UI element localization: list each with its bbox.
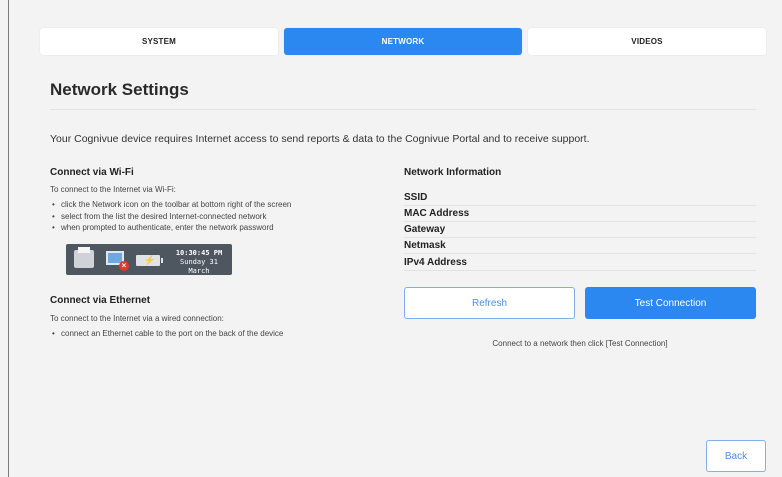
wifi-heading: Connect via Wi-Fi — [50, 167, 134, 178]
printer-icon — [74, 247, 94, 268]
wifi-steps: click the Network icon on the toolbar at… — [50, 199, 291, 234]
test-connection-button[interactable]: Test Connection — [585, 287, 756, 319]
taskbar-date: Sunday 31 March — [180, 258, 218, 275]
refresh-button[interactable]: Refresh — [404, 287, 575, 319]
network-icon: × — [104, 248, 129, 271]
list-item: connect an Ethernet cable to the port on… — [50, 328, 283, 340]
page-title: Network Settings — [50, 80, 189, 99]
taskbar-time: 10:30:45 PM — [175, 249, 223, 257]
taskbar-example-image: × ⚡ 10:30:45 PM Sunday 31 March — [66, 244, 232, 275]
taskbar-clock: 10:30:45 PM Sunday 31 March — [170, 249, 228, 276]
info-row-ssid: SSID — [404, 190, 756, 206]
info-row-ipv4-address: IPv4 Address — [404, 255, 756, 271]
back-button[interactable]: Back — [706, 440, 766, 472]
connection-status-message: Connect to a network then click [Test Co… — [492, 339, 668, 348]
info-row-netmask: Netmask — [404, 238, 756, 254]
info-row-gateway: Gateway — [404, 222, 756, 238]
battery-icon: ⚡ — [136, 255, 163, 266]
tab-system[interactable]: SYSTEM — [40, 28, 278, 55]
ethernet-heading: Connect via Ethernet — [50, 295, 151, 306]
tab-videos[interactable]: VIDEOS — [528, 28, 766, 55]
tab-network[interactable]: NETWORK — [284, 28, 522, 55]
tab-bar: SYSTEM NETWORK VIDEOS — [40, 28, 766, 55]
list-item: select from the list the desired Interne… — [50, 211, 291, 223]
network-info-heading: Network Information — [404, 167, 502, 178]
info-row-mac-address: MAC Address — [404, 206, 756, 222]
intro-text: Your Cognivue device requires Internet a… — [50, 133, 590, 145]
ethernet-steps: connect an Ethernet cable to the port on… — [50, 328, 283, 340]
wifi-lead: To connect to the Internet via Wi-Fi: — [50, 185, 176, 194]
title-divider — [50, 109, 756, 110]
list-item: when prompted to authenticate, enter the… — [50, 222, 291, 234]
ethernet-lead: To connect to the Internet via a wired c… — [50, 314, 224, 323]
list-item: click the Network icon on the toolbar at… — [50, 199, 291, 211]
